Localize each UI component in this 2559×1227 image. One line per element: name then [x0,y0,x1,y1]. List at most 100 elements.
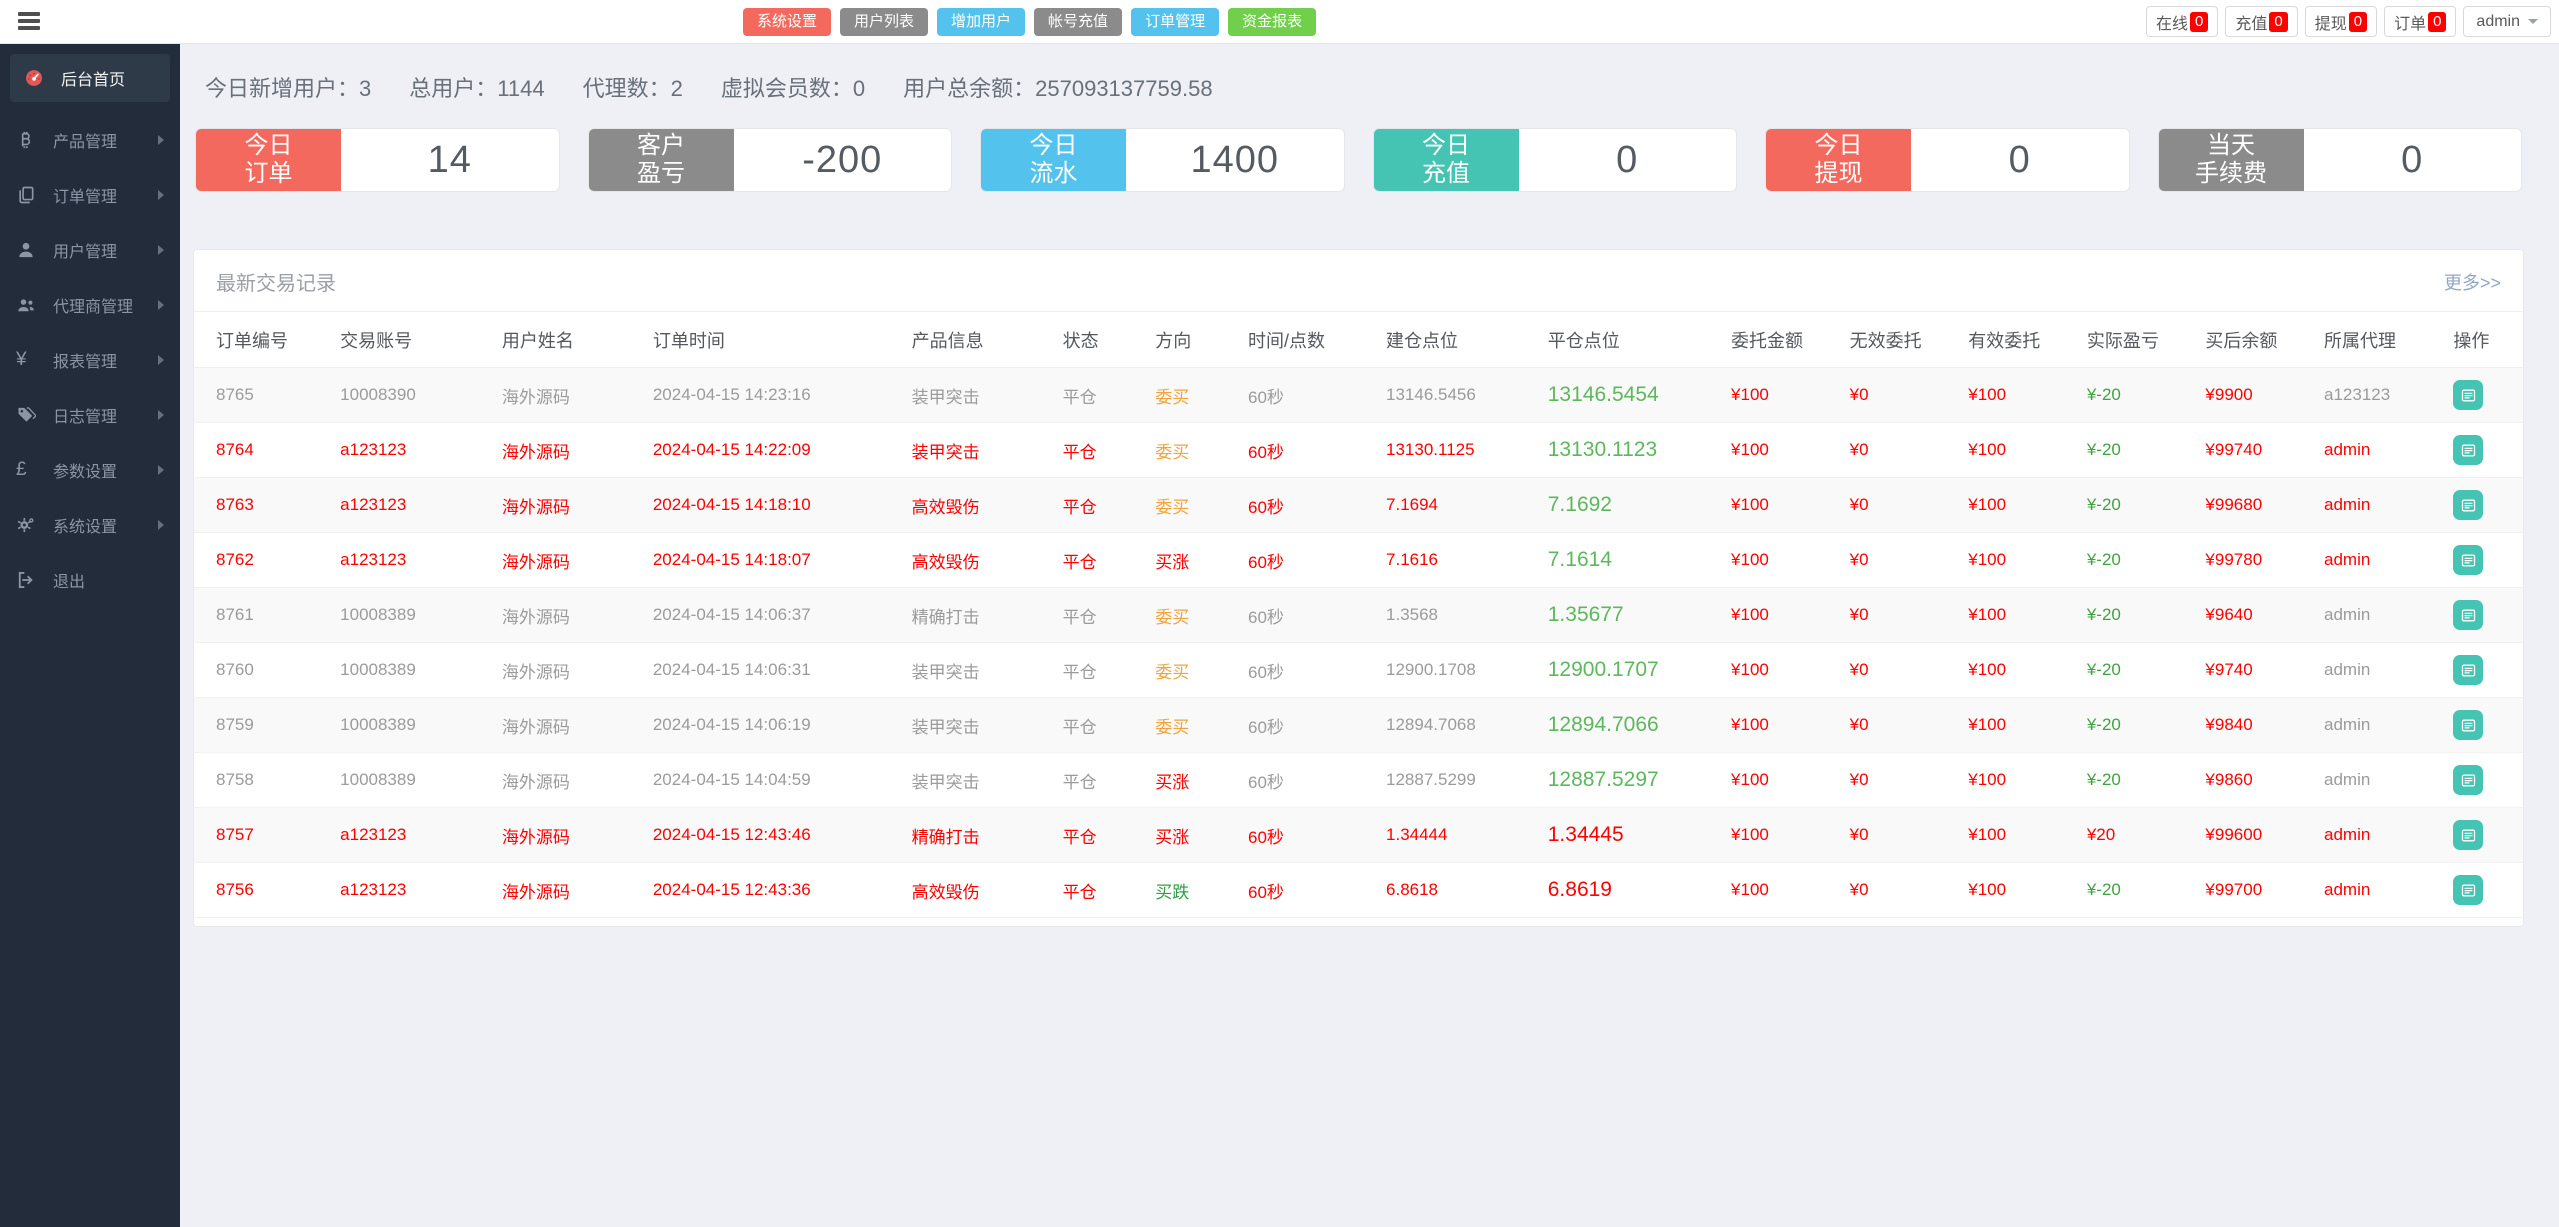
quick-button[interactable]: 增加用户 [937,8,1026,36]
sidebar-item-参数设置[interactable]: £ 参数设置 [0,442,180,497]
sidebar-item-label: 产品管理 [53,133,118,151]
cell-open-point: 1.34444 [1380,807,1542,863]
view-order-button[interactable] [2453,490,2484,520]
sidebar-menu: 后台首页产品管理订单管理 用户管理 代理商管理 ¥ 报表管理 日志管理 £ 参数设置系统设置退… [0,54,180,607]
cell-order-id: 8763 [194,477,335,533]
cell-agent: admin [2318,587,2448,643]
status-label: 订单 [2394,15,2427,33]
cell-account: a123123 [334,807,496,863]
stat-label: 虚拟会员数： [720,76,853,101]
cell-direction: 委买 [1149,422,1243,478]
status-badge: 0 [2348,11,2368,32]
sidebar: 后台首页产品管理订单管理 用户管理 代理商管理 ¥ 报表管理 日志管理 £ 参数设置系统设置退… [0,44,180,1227]
stat-card-label-line: 手续费 [2195,160,2267,187]
cell-duration: 60秒 [1242,862,1381,918]
view-order-button[interactable] [2453,435,2484,465]
cell-order-time: 2024-04-15 12:43:36 [646,862,906,918]
cell-order-id: 8757 [194,807,335,863]
view-order-button[interactable] [2453,875,2484,905]
stat-card: 当天 手续费 0 [2157,128,2522,192]
sidebar-item-报表管理[interactable]: ¥ 报表管理 [0,332,180,387]
sidebar-item-代理商管理[interactable]: 代理商管理 [0,277,180,332]
sidebar-item-后台首页[interactable]: 后台首页 [10,54,170,102]
view-order-button[interactable] [2453,710,2484,740]
quick-button[interactable]: 系统设置 [743,8,832,36]
cell-product: 装甲突击 [905,642,1057,698]
table-row: 8765 10008390 海外源码 2024-04-15 14:23:16 装甲突击平… [194,367,2523,423]
cell-order-id: 8760 [194,642,335,698]
hamburger-menu-icon[interactable] [18,12,42,32]
more-link[interactable]: 更多>> [2444,269,2501,295]
stat-card-value: 0 [1616,138,1639,181]
user-dropdown[interactable]: admin [2463,6,2551,37]
view-order-button[interactable] [2453,380,2484,410]
cell-agent: admin [2318,422,2448,478]
stat-card-label-line: 订单 [244,160,293,187]
stat-label: 代理数： [582,76,671,101]
cell-close-point: 12887.5297 [1541,752,1726,808]
cell-valid-entrust: ¥100 [1962,642,2081,698]
status-button[interactable]: 充值 0 [2225,6,2298,37]
cell-action [2447,587,2523,643]
stat-card-value: 14 [427,138,472,181]
status-button[interactable]: 订单 0 [2384,6,2457,37]
column-header: 操作 [2447,312,2523,368]
view-order-button[interactable] [2453,820,2484,850]
cell-balance: ¥9640 [2199,587,2319,643]
view-order-button[interactable] [2453,655,2484,685]
cell-order-time: 2024-04-15 14:18:10 [646,477,906,533]
view-order-button[interactable] [2453,600,2484,630]
cell-direction: 委买 [1149,477,1243,533]
sidebar-item-label: 后台首页 [61,72,126,89]
quick-button[interactable]: 资金报表 [1228,8,1317,36]
cell-open-point: 7.1616 [1380,532,1542,588]
cell-status: 平仓 [1056,587,1150,643]
sidebar-item-退出[interactable]: 退出 [0,552,180,607]
sidebar-item-订单管理[interactable]: 订单管理 [0,167,180,222]
cell-direction: 委买 [1149,697,1243,753]
cell-product: 装甲突击 [905,697,1057,753]
cell-valid-entrust: ¥100 [1962,367,2081,423]
sidebar-item-用户管理[interactable]: 用户管理 [0,222,180,277]
stat-card-label: 今日 提现 [1766,129,1911,191]
cell-balance: ¥9840 [2199,697,2319,753]
cell-balance: ¥99680 [2199,477,2319,533]
quick-button[interactable]: 订单管理 [1131,8,1220,36]
cell-open-point: 12887.5299 [1380,752,1542,808]
sidebar-item-label: 参数设置 [53,463,118,481]
cell-account: a123123 [334,477,496,533]
stat-value: 2 [670,76,683,101]
cell-account: 10008389 [334,697,496,753]
cell-duration: 60秒 [1242,697,1381,753]
stat-card-value: 0 [2401,138,2424,181]
cell-agent: admin [2318,862,2448,918]
cell-product: 装甲突击 [905,752,1057,808]
status-button[interactable]: 在线 0 [2145,6,2219,37]
quick-button[interactable]: 用户列表 [840,8,929,36]
stat-label: 总用户： [409,76,498,101]
cell-invalid-entrust: ¥0 [1843,587,1963,643]
view-order-button[interactable] [2453,545,2484,575]
gears-icon [16,514,42,536]
quick-button[interactable]: 帐号充值 [1034,8,1123,36]
cell-status: 平仓 [1056,752,1150,808]
view-order-button[interactable] [2453,765,2484,795]
pound-icon: £ [16,458,27,480]
cell-account: 10008390 [334,367,496,423]
cell-open-point: 6.8618 [1380,862,1542,918]
status-button[interactable]: 提现 0 [2304,6,2378,37]
cell-status: 平仓 [1056,367,1150,423]
cell-order-time: 2024-04-15 14:06:37 [646,587,906,643]
cell-agent: a123123 [2318,367,2448,423]
sidebar-item-日志管理[interactable]: 日志管理 [0,387,180,442]
cell-profit: ¥-20 [2080,422,2200,478]
cell-profit: ¥-20 [2080,477,2200,533]
stat-item: 虚拟会员数：0 [721,71,865,103]
cell-open-point: 12900.1708 [1380,642,1542,698]
sidebar-item-产品管理[interactable]: 产品管理 [0,112,180,167]
cell-duration: 60秒 [1242,807,1381,863]
sidebar-item-系统设置[interactable]: 系统设置 [0,497,180,552]
cell-invalid-entrust: ¥0 [1843,642,1963,698]
cell-close-point: 1.35677 [1541,587,1726,643]
column-header: 状态 [1056,312,1150,368]
